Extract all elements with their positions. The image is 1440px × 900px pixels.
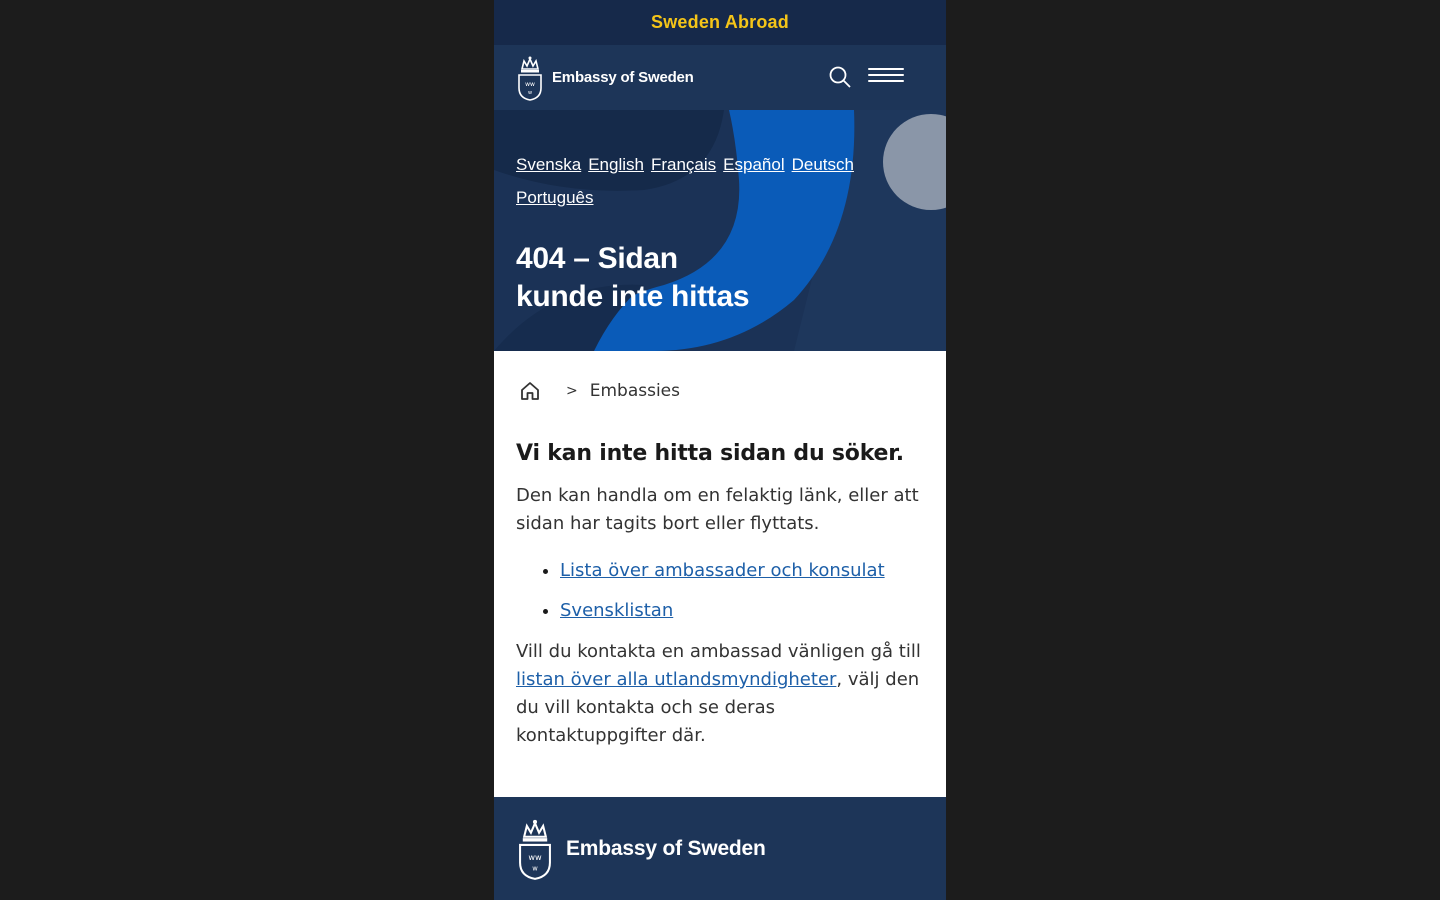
svg-text:w: w — [532, 864, 538, 872]
lang-svenska[interactable]: Svenska — [516, 148, 581, 181]
main-content: > Embassies Vi kan inte hitta sidan du s… — [494, 351, 946, 750]
help-links-list: Lista över ambassader och konsulat Svens… — [560, 558, 924, 624]
lang-espanol[interactable]: Español — [723, 148, 784, 181]
svg-text:w: w — [528, 90, 532, 96]
crown-crest-icon[interactable]: ww w — [516, 55, 544, 101]
site-footer: ww w Embassy of Sweden — [494, 797, 946, 900]
lang-deutsch[interactable]: Deutsch — [792, 148, 854, 181]
embassy-list-link[interactable]: Lista över ambassader och konsulat — [560, 560, 885, 581]
error-heading: Vi kan inte hitta sidan du söker. — [516, 441, 904, 466]
svg-text:ww: ww — [528, 851, 542, 861]
svensklistan-link[interactable]: Svensklistan — [560, 600, 673, 621]
search-icon[interactable] — [828, 65, 852, 89]
svg-text:ww: ww — [525, 81, 535, 88]
site-header: ww w Embassy of Sweden — [494, 45, 946, 110]
breadcrumb-embassies[interactable]: Embassies — [590, 381, 680, 401]
error-intro: Den kan handla om en felaktig länk, elle… — [516, 485, 919, 534]
sweden-abroad-label: Sweden Abroad — [651, 12, 789, 32]
list-item: Lista över ambassader och konsulat — [560, 558, 924, 584]
hamburger-menu-icon[interactable] — [868, 68, 904, 88]
list-item: Svensklistan — [560, 598, 924, 624]
lang-francais[interactable]: Français — [651, 148, 716, 181]
breadcrumb: > Embassies — [516, 351, 924, 431]
footer-brand[interactable]: Embassy of Sweden — [566, 837, 766, 861]
lang-portugues[interactable]: Português — [516, 181, 594, 214]
page-title-line2: kunde inte hittas — [516, 280, 750, 313]
breadcrumb-separator: > — [566, 383, 578, 399]
page-title-line1: 404 – Sidan — [516, 242, 678, 275]
header-brand[interactable]: Embassy of Sweden — [552, 69, 694, 86]
hero-banner: Svenska English Français Español Deutsch Port… — [494, 110, 946, 351]
crown-crest-icon: ww w — [519, 819, 551, 880]
lang-english[interactable]: English — [588, 148, 644, 181]
sweden-abroad-bar[interactable]: Sweden Abroad — [494, 0, 946, 45]
page-title: 404 – Sidan kunde inte hittas — [516, 240, 750, 316]
contact-text-before: Vill du kontakta en ambassad vänligen gå… — [516, 641, 921, 662]
contact-paragraph: Vill du kontakta en ambassad vänligen gå… — [516, 638, 924, 750]
missions-list-link[interactable]: listan över alla utlandsmyndigheter — [516, 669, 836, 690]
mobile-viewport: Sweden Abroad ww w Embassy of Sweden Sve… — [494, 0, 946, 900]
language-switcher: Svenska English Français Español Deutsch Port… — [516, 148, 916, 214]
home-icon[interactable] — [518, 379, 542, 403]
